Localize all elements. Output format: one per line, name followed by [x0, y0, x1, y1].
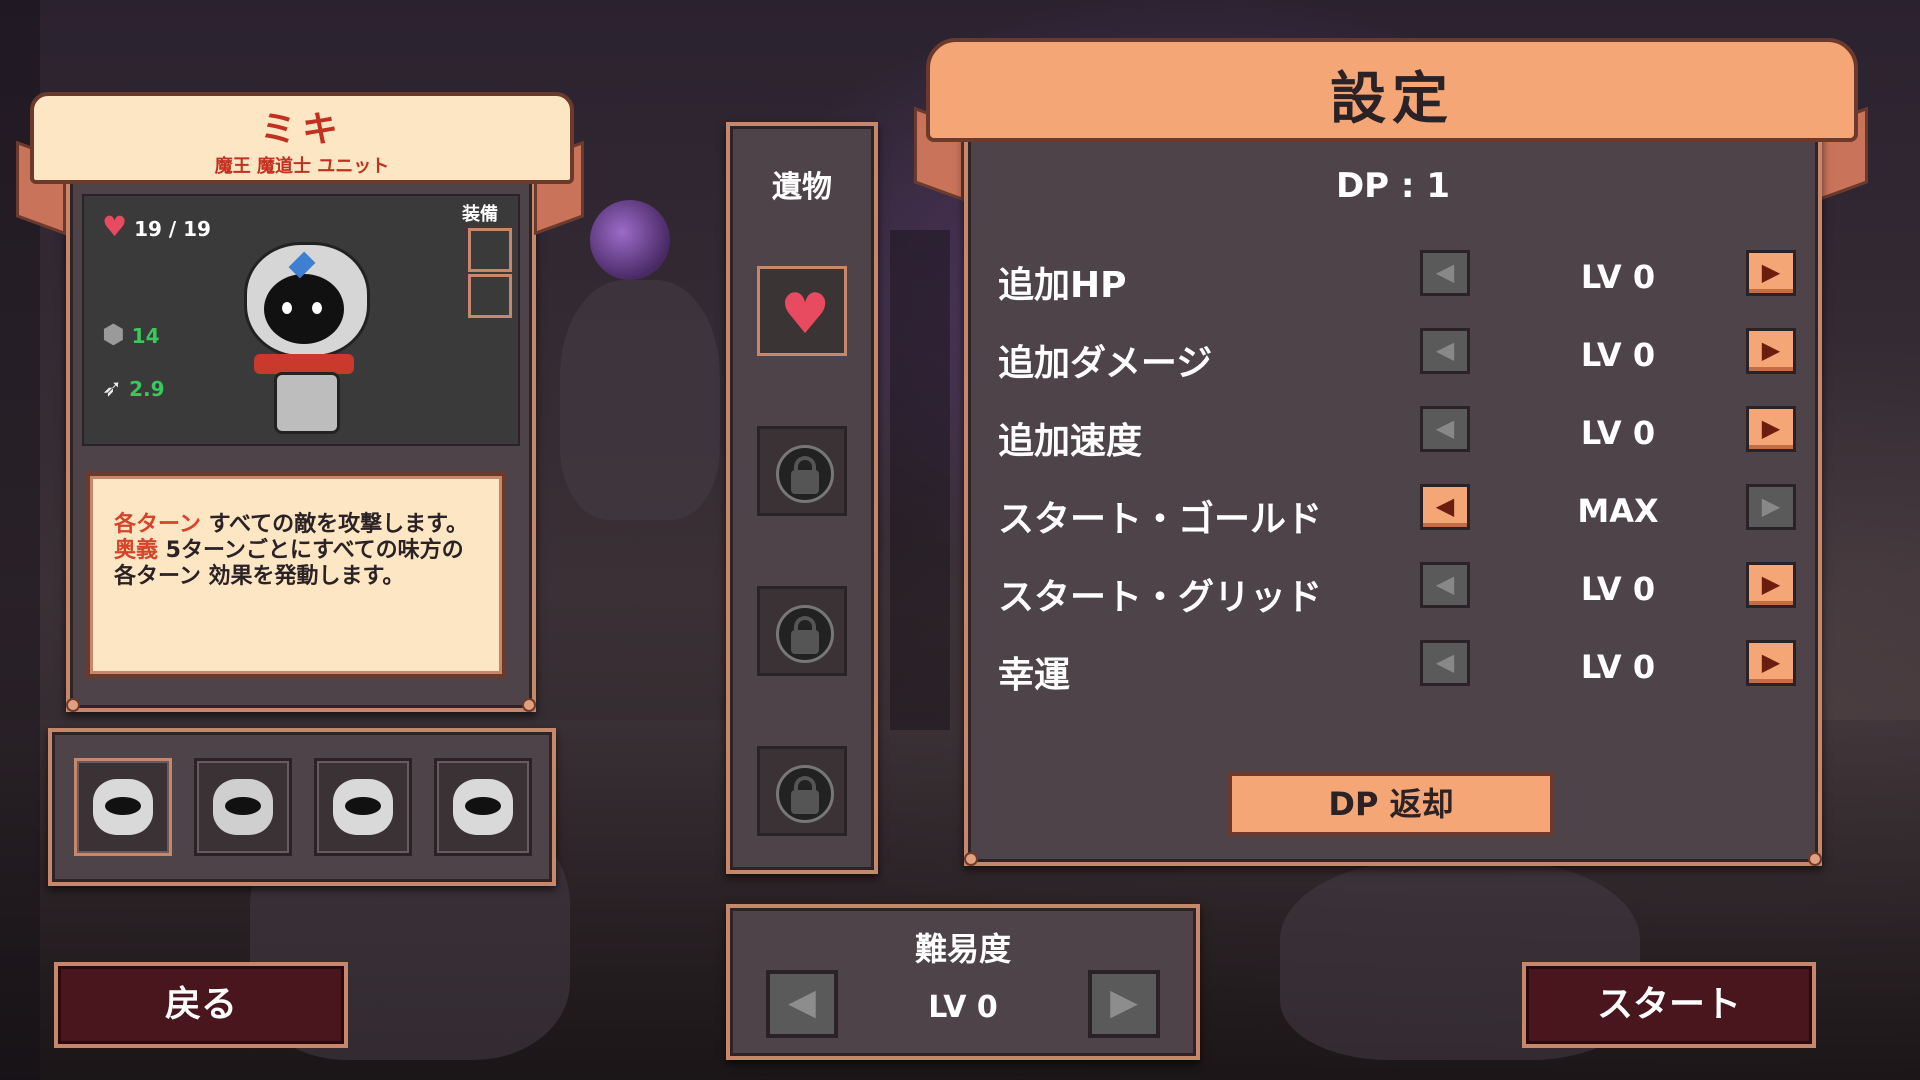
arrow-left-icon: ◀	[1435, 336, 1455, 364]
dp-return-button[interactable]: DP 返却	[1228, 772, 1554, 836]
wing-icon: ➶	[102, 374, 123, 402]
settings-panel: DP : 1 追加HP ◀ LV 0 ▶ 追加ダメージ ◀ LV 0 ▶ 追加速…	[964, 126, 1822, 866]
setting-value-speed: LV 0	[1580, 414, 1656, 452]
speed-stat: ➶ 2.9	[102, 374, 165, 402]
setting-label-start-gold: スタート・ゴールド	[998, 499, 1323, 540]
arrow-left-icon: ◀	[1435, 648, 1455, 676]
hp-stat: ♥ 19 / 19	[102, 210, 211, 243]
arrow-left-icon: ◀	[1435, 570, 1455, 598]
settings-title: 設定	[1330, 67, 1454, 132]
arrow-right-icon: ▶	[1110, 982, 1138, 1023]
start-grid-increase-button[interactable]: ▶	[1746, 562, 1796, 608]
setting-label-luck: 幸運	[998, 655, 1071, 696]
difficulty-panel: 難易度 ◀ LV 0 ▶	[726, 904, 1200, 1060]
unit-slot-4[interactable]	[434, 758, 532, 856]
rivet	[1808, 852, 1822, 866]
unit-selector	[48, 728, 556, 886]
relic-slot-2[interactable]	[757, 426, 847, 516]
speed-increase-button[interactable]: ▶	[1746, 406, 1796, 452]
setting-label-damage: 追加ダメージ	[998, 343, 1213, 384]
setting-value-damage: LV 0	[1580, 336, 1656, 374]
arrow-right-icon: ▶	[1761, 258, 1781, 286]
arrow-right-icon: ▶	[1761, 414, 1781, 442]
rivet	[964, 852, 978, 866]
setting-label-speed: 追加速度	[998, 421, 1143, 462]
relic-slot-3[interactable]	[757, 586, 847, 676]
desc-keyword-turn: 各ターン	[114, 512, 201, 537]
hp-increase-button[interactable]: ▶	[1746, 250, 1796, 296]
desc-keyword-ougi: 奥義	[114, 538, 159, 563]
character-banner: ミキ 魔王 魔道士 ユニット	[30, 92, 574, 184]
relic-panel: 遺物 ♥	[726, 122, 878, 874]
background-door	[890, 230, 950, 730]
background-figure	[560, 280, 720, 520]
heart-icon: ♥	[780, 282, 831, 347]
character-name: ミキ	[259, 109, 344, 150]
dp-counter: DP : 1	[1335, 166, 1451, 206]
equip-label: 装備	[462, 204, 498, 225]
setting-value-start-gold: MAX	[1577, 492, 1659, 530]
start-gold-decrease-button[interactable]: ◀	[1420, 484, 1470, 530]
relic-slot-1[interactable]: ♥	[757, 266, 847, 356]
character-class: 魔王 魔道士 ユニット	[214, 156, 390, 177]
difficulty-title: 難易度	[914, 930, 1011, 968]
lock-icon	[776, 445, 834, 503]
damage-decrease-button[interactable]: ◀	[1420, 328, 1470, 374]
arrow-left-icon: ◀	[1435, 258, 1455, 286]
background-orb	[590, 200, 670, 280]
setting-value-luck: LV 0	[1580, 648, 1656, 686]
setting-label-hp: 追加HP	[998, 265, 1127, 306]
damage-increase-button[interactable]: ▶	[1746, 328, 1796, 374]
arrow-right-icon: ▶	[1761, 648, 1781, 676]
rivet	[66, 698, 80, 712]
unit-slot-1[interactable]	[74, 758, 172, 856]
relic-slot-4[interactable]	[757, 746, 847, 836]
rivet	[522, 698, 536, 712]
lock-icon	[776, 605, 834, 663]
equip-slot-1[interactable]	[468, 228, 512, 272]
start-grid-decrease-button[interactable]: ◀	[1420, 562, 1470, 608]
arrow-right-icon: ▶	[1761, 570, 1781, 598]
character-view: ♥ 19 / 19 ⬢ 14 ➶ 2.9 装備	[82, 194, 520, 446]
shield-icon: ⬢	[102, 320, 125, 350]
start-button[interactable]: スタート	[1522, 962, 1816, 1048]
character-sprite	[234, 224, 384, 434]
unit-slot-2[interactable]	[194, 758, 292, 856]
difficulty-increase-button[interactable]: ▶	[1088, 970, 1160, 1038]
start-gold-increase-button[interactable]: ▶	[1746, 484, 1796, 530]
character-panel: ♥ 19 / 19 ⬢ 14 ➶ 2.9 装備 各ターン すべての敵を攻撃します…	[66, 118, 536, 712]
desc-text-1: すべての敵を攻撃します。	[200, 512, 468, 537]
desc-text-2: 5ターンごとにすべての味方の各ターン 効果を発動します。	[114, 538, 464, 589]
back-button[interactable]: 戻る	[54, 962, 348, 1048]
lock-icon	[776, 765, 834, 823]
attack-stat: ⬢ 14	[102, 320, 160, 350]
heart-icon: ♥	[102, 210, 128, 243]
unit-slot-3[interactable]	[314, 758, 412, 856]
equip-slot-2[interactable]	[468, 274, 512, 318]
relic-title: 遺物	[772, 170, 832, 205]
hp-decrease-button[interactable]: ◀	[1420, 250, 1470, 296]
character-description: 各ターン すべての敵を攻撃します。 奥義 5ターンごとにすべての味方の各ターン …	[86, 472, 506, 678]
luck-decrease-button[interactable]: ◀	[1420, 640, 1470, 686]
arrow-left-icon: ◀	[1435, 492, 1455, 520]
speed-decrease-button[interactable]: ◀	[1420, 406, 1470, 452]
arrow-right-icon: ▶	[1761, 336, 1781, 364]
arrow-right-icon: ▶	[1761, 492, 1781, 520]
setting-value-hp: LV 0	[1580, 258, 1656, 296]
luck-increase-button[interactable]: ▶	[1746, 640, 1796, 686]
arrow-left-icon: ◀	[1435, 414, 1455, 442]
setting-label-start-grid: スタート・グリッド	[998, 577, 1323, 618]
settings-banner: 設定	[926, 38, 1858, 142]
setting-value-start-grid: LV 0	[1580, 570, 1656, 608]
